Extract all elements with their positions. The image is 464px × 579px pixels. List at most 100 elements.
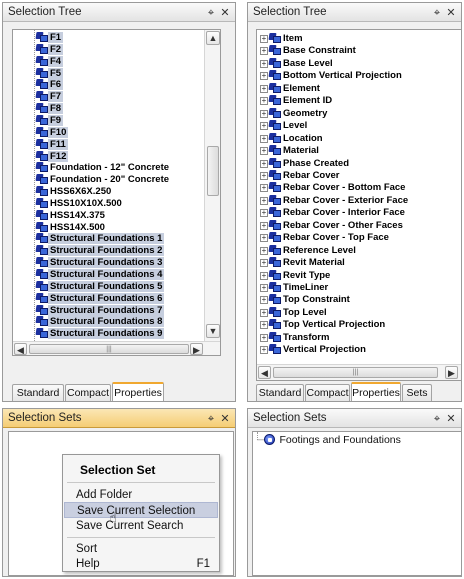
property-tree-item[interactable]: + Geometry [260, 107, 329, 119]
property-tree-item[interactable]: + Revit Material [260, 256, 347, 268]
property-tree-item[interactable]: + Rebar Cover [260, 169, 342, 181]
tree-item[interactable]: Foundation - 20" Concrete [36, 173, 171, 185]
horizontal-scrollbar[interactable]: ◀ ||| ▶ [257, 364, 461, 380]
close-icon[interactable]: ✕ [444, 4, 458, 22]
tree-item[interactable]: Structural Foundations 8 [36, 315, 165, 328]
selection-tree-list[interactable]: F1 F2 F4 F5 F6 F7 F8 F9 F10 F11 F12 Foundation - 12… [12, 29, 221, 356]
expand-icon[interactable]: + [260, 221, 268, 230]
property-tree-item[interactable]: + Location [260, 132, 325, 144]
menu-item-help[interactable]: Help F1 [64, 556, 218, 572]
horizontal-scrollbar[interactable]: ◀ ||| ▶ [13, 341, 220, 355]
vertical-scrollbar[interactable]: ▲ ▼ [204, 30, 220, 341]
expand-icon[interactable]: + [260, 97, 268, 106]
close-icon[interactable]: ✕ [218, 4, 232, 22]
panel-title-bar[interactable]: Selection Tree ⌖ ✕ [248, 3, 461, 22]
scroll-left-button[interactable]: ◀ [14, 343, 27, 355]
tab-sets[interactable]: Sets [402, 384, 432, 401]
tree-item[interactable]: Structural Foundations 5 [36, 280, 165, 292]
tree-item[interactable]: F8 [36, 102, 64, 115]
property-tree-item[interactable]: + Base Constraint [260, 44, 358, 56]
property-tree-item[interactable]: + Reference Level [260, 244, 358, 256]
panel-title-bar[interactable]: Selection Sets ⌖ ✕ [248, 409, 461, 428]
expand-icon[interactable]: + [260, 35, 268, 43]
pin-icon[interactable]: ⌖ [204, 410, 218, 428]
scroll-up-button[interactable]: ▲ [206, 31, 220, 45]
panel-title-bar[interactable]: Selection Tree ⌖ ✕ [3, 3, 235, 22]
property-tree-item[interactable]: + Revit Type [260, 269, 332, 281]
tree-item[interactable]: Structural Foundations 4 [36, 268, 165, 280]
expand-icon[interactable]: + [260, 72, 268, 81]
scroll-right-button[interactable]: ▶ [190, 343, 203, 355]
expand-icon[interactable]: + [260, 346, 268, 355]
tree-item[interactable]: F6 [36, 78, 64, 91]
property-tree-item[interactable]: + Transform [260, 331, 331, 343]
property-tree-item[interactable]: + Rebar Cover - Top Face [260, 231, 391, 243]
property-tree-item[interactable]: + Bottom Vertical Projection [260, 69, 404, 81]
tree-item[interactable]: F7 [36, 90, 64, 103]
tree-item[interactable]: F5 [36, 67, 64, 79]
scroll-left-button[interactable]: ◀ [258, 366, 271, 379]
expand-icon[interactable]: + [260, 84, 268, 93]
expand-icon[interactable]: + [260, 209, 268, 218]
tree-item[interactable]: F11 [36, 138, 68, 150]
property-tree-item[interactable]: + Phase Created [260, 157, 351, 169]
expand-icon[interactable]: + [260, 246, 268, 255]
tree-item[interactable]: F1 [36, 31, 64, 43]
property-tree-item[interactable]: + Base Level [260, 57, 335, 69]
scroll-down-button[interactable]: ▼ [206, 324, 220, 338]
expand-icon[interactable]: + [260, 122, 268, 131]
tab-compact[interactable]: Compact [305, 384, 350, 401]
expand-icon[interactable]: + [260, 321, 268, 330]
expand-icon[interactable]: + [260, 271, 268, 280]
expand-icon[interactable]: + [260, 333, 268, 342]
expand-icon[interactable]: + [260, 171, 268, 180]
tree-item[interactable]: HSS14X.500 [36, 221, 107, 233]
property-tree-item[interactable]: + Top Vertical Projection [260, 318, 387, 330]
panel-title-bar[interactable]: Selection Sets ⌖ ✕ [3, 409, 235, 428]
tree-item[interactable]: Foundation - 12" Concrete [36, 161, 171, 173]
expand-icon[interactable]: + [260, 59, 268, 68]
tree-item[interactable]: F2 [36, 43, 64, 55]
tree-item[interactable]: F9 [36, 114, 64, 126]
tree-item[interactable]: F12 [36, 150, 69, 162]
tab-compact[interactable]: Compact [65, 384, 111, 401]
property-tree-item[interactable]: + Top Constraint [260, 293, 352, 305]
pin-icon[interactable]: ⌖ [430, 410, 444, 428]
scroll-thumb-horizontal[interactable]: ||| [29, 344, 189, 354]
scroll-thumb[interactable] [207, 146, 219, 196]
tree-item[interactable]: Structural Foundations 2 [36, 244, 165, 257]
property-tree-item[interactable]: + Material [260, 144, 321, 156]
tree-item[interactable]: HSS10X10X.500 [36, 197, 124, 209]
expand-icon[interactable]: + [260, 234, 268, 243]
expand-icon[interactable]: + [260, 284, 268, 292]
menu-item-add-folder[interactable]: Add Folder [64, 487, 218, 503]
tab-standard[interactable]: Standard [12, 384, 64, 401]
property-tree-item[interactable]: + TimeLiner [260, 281, 330, 293]
tree-item[interactable]: Structural Foundations 3 [36, 256, 165, 269]
property-tree-item[interactable]: + Level [260, 119, 309, 131]
property-tree-item[interactable]: + Rebar Cover - Exterior Face [260, 194, 410, 206]
expand-icon[interactable]: + [260, 184, 268, 193]
tab-standard[interactable]: Standard [256, 384, 304, 401]
tree-item[interactable]: Structural Foundations 7 [36, 304, 165, 316]
tree-item[interactable]: HSS6X6X.250 [36, 185, 113, 197]
property-tree-item[interactable]: + Rebar Cover - Bottom Face [260, 181, 407, 193]
expand-icon[interactable]: + [260, 296, 268, 305]
property-tree-item[interactable]: + Element ID [260, 94, 334, 106]
tab-properties[interactable]: Properties [112, 382, 164, 401]
expand-icon[interactable]: + [260, 259, 268, 268]
menu-item-sort[interactable]: Sort [64, 541, 218, 557]
expand-icon[interactable]: + [260, 134, 268, 143]
tree-item[interactable]: F10 [36, 126, 69, 138]
scroll-thumb-horizontal[interactable]: ||| [273, 367, 438, 378]
selection-set-item[interactable]: ─ Footings and Foundations [257, 434, 401, 446]
expand-icon[interactable]: + [260, 147, 268, 156]
property-tree-list[interactable]: + Item + Base Constraint + Base Level + Bottom … [256, 29, 461, 381]
property-tree-item[interactable]: + Rebar Cover - Other Faces [260, 219, 405, 231]
menu-item-save-current-selection[interactable]: Save Current Selection [64, 502, 218, 518]
pin-icon[interactable]: ⌖ [430, 4, 444, 22]
expand-icon[interactable]: + [260, 308, 268, 317]
close-icon[interactable]: ✕ [218, 410, 232, 428]
selection-sets-list[interactable]: ─ Footings and Foundations [252, 431, 461, 576]
property-tree-item[interactable]: + Element [260, 82, 322, 94]
